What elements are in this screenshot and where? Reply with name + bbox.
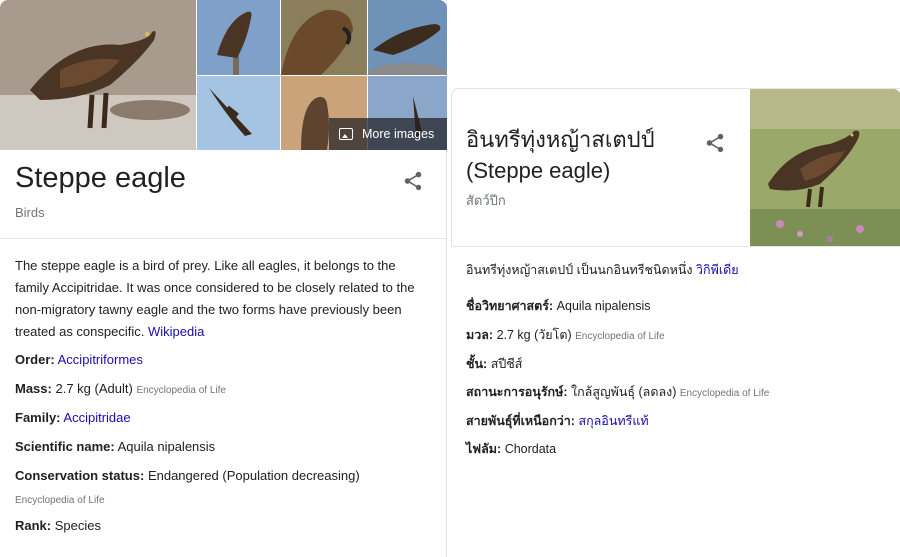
knowledge-panel-english: More images Steppe eagle Birds The stepp… xyxy=(0,0,447,557)
panel-header: อินทรีทุ่งหญ้าสเตปป์ (Steppe eagle) สัตว… xyxy=(451,88,900,247)
wikipedia-link[interactable]: Wikipedia xyxy=(148,324,204,339)
description-text: The steppe eagle is a bird of prey. Like… xyxy=(15,258,415,339)
eagle-photo-5[interactable] xyxy=(197,76,280,150)
eagle-photo-3[interactable] xyxy=(281,0,367,75)
fact-label: Order: xyxy=(15,352,55,367)
fact-label: Scientific name: xyxy=(15,439,115,454)
fact-conservation-status: สถานะการอนุรักษ์: ใกล้สูญพันธุ์ (ลดลง) E… xyxy=(466,382,769,402)
wikipedia-link[interactable]: วิกิพีเดีย xyxy=(696,263,739,277)
fact-value: 2.7 kg (วัยโต) xyxy=(496,328,572,342)
fact-label: Conservation status: xyxy=(15,468,145,483)
more-images-label: More images xyxy=(362,127,435,141)
fact-conservation-status: Conservation status: Endangered (Populat… xyxy=(15,468,360,483)
fact-label: Mass: xyxy=(15,381,52,396)
description: The steppe eagle is a bird of prey. Like… xyxy=(15,255,425,343)
knowledge-panel-thai: อินทรีทุ่งหญ้าสเตปป์ (Steppe eagle) สัตว… xyxy=(451,88,900,478)
panel-title: อินทรีทุ่งหญ้าสเตปป์ (Steppe eagle) xyxy=(466,124,696,186)
fact-value: Endangered (Population decreasing) xyxy=(147,468,360,483)
title-line-thai: อินทรีทุ่งหญ้าสเตปป์ xyxy=(466,127,655,152)
fact-phylum: ไฟลัม: Chordata xyxy=(466,439,556,459)
fact-label: ชื่อวิทยาศาสตร์: xyxy=(466,299,554,313)
fact-mass: Mass: 2.7 kg (Adult) Encyclopedia of Lif… xyxy=(15,381,226,396)
fact-link-family[interactable]: Accipitridae xyxy=(63,410,130,425)
fact-label: สายพันธุ์ที่เหนือกว่า: xyxy=(466,414,575,428)
fact-label: มวล: xyxy=(466,328,494,342)
fact-value: ใกล้สูญพันธุ์ (ลดลง) xyxy=(571,385,677,399)
description: อินทรีทุ่งหญ้าสเตปป์ เป็นนกอินทรีชนิดหนึ… xyxy=(466,260,739,280)
image-gallery: More images xyxy=(0,0,447,150)
fact-label: สถานะการอนุรักษ์: xyxy=(466,385,568,399)
fact-order: Order: Accipitriformes xyxy=(15,352,143,367)
panel-subtitle: Birds xyxy=(15,205,45,220)
fact-value: Species xyxy=(54,518,101,533)
panel-title: Steppe eagle xyxy=(15,162,186,194)
fact-value: Aquila nipalensis xyxy=(556,299,651,313)
source-link[interactable]: Encyclopedia of Life xyxy=(680,388,770,399)
source-link[interactable]: Encyclopedia of Life xyxy=(136,385,226,396)
eagle-photo-large[interactable] xyxy=(0,0,196,150)
source-link[interactable]: Encyclopedia of Life xyxy=(575,331,665,342)
fact-family: Family: Accipitridae xyxy=(15,410,131,425)
fact-scientific-name: ชื่อวิทยาศาสตร์: Aquila nipalensis xyxy=(466,296,650,316)
fact-link-order[interactable]: Accipitriformes xyxy=(58,352,143,367)
title-line-english: (Steppe eagle) xyxy=(466,158,611,183)
eagle-photo[interactable] xyxy=(750,89,900,247)
share-icon[interactable] xyxy=(704,132,726,154)
fact-rank: Rank: Species xyxy=(15,518,101,533)
fact-value: 2.7 kg (Adult) xyxy=(55,381,133,396)
image-icon xyxy=(339,128,353,140)
fact-value: Aquila nipalensis xyxy=(117,439,216,454)
fact-value: Chordata xyxy=(504,442,557,456)
fact-label: ชั้น: xyxy=(466,357,488,371)
fact-conservation-source: Encyclopedia of Life xyxy=(15,491,105,506)
fact-scientific-name: Scientific name: Aquila nipalensis xyxy=(15,439,215,454)
fact-label: ไฟลัม: xyxy=(466,442,502,456)
share-icon[interactable] xyxy=(402,170,424,192)
eagle-photo-4[interactable] xyxy=(368,0,447,75)
fact-parent-taxon: สายพันธุ์ที่เหนือกว่า: สกุลอินทรีแท้ xyxy=(466,411,649,431)
fact-rank: ชั้น: สปีชีส์ xyxy=(466,354,522,374)
more-images-button[interactable]: More images xyxy=(329,118,447,150)
divider xyxy=(0,238,446,239)
fact-value: สปีชีส์ xyxy=(490,357,523,371)
panel-subtitle: สัตว์ปีก xyxy=(466,193,506,208)
fact-link-parent-taxon[interactable]: สกุลอินทรีแท้ xyxy=(578,414,648,428)
eagle-photo-2[interactable] xyxy=(197,0,280,75)
source-link[interactable]: Encyclopedia of Life xyxy=(15,495,105,506)
fact-label: Rank: xyxy=(15,518,52,533)
fact-mass: มวล: 2.7 kg (วัยโต) Encyclopedia of Life xyxy=(466,325,665,345)
divider xyxy=(451,246,900,247)
description-text: อินทรีทุ่งหญ้าสเตปป์ เป็นนกอินทรีชนิดหนึ… xyxy=(466,263,693,277)
fact-label: Family: xyxy=(15,410,61,425)
